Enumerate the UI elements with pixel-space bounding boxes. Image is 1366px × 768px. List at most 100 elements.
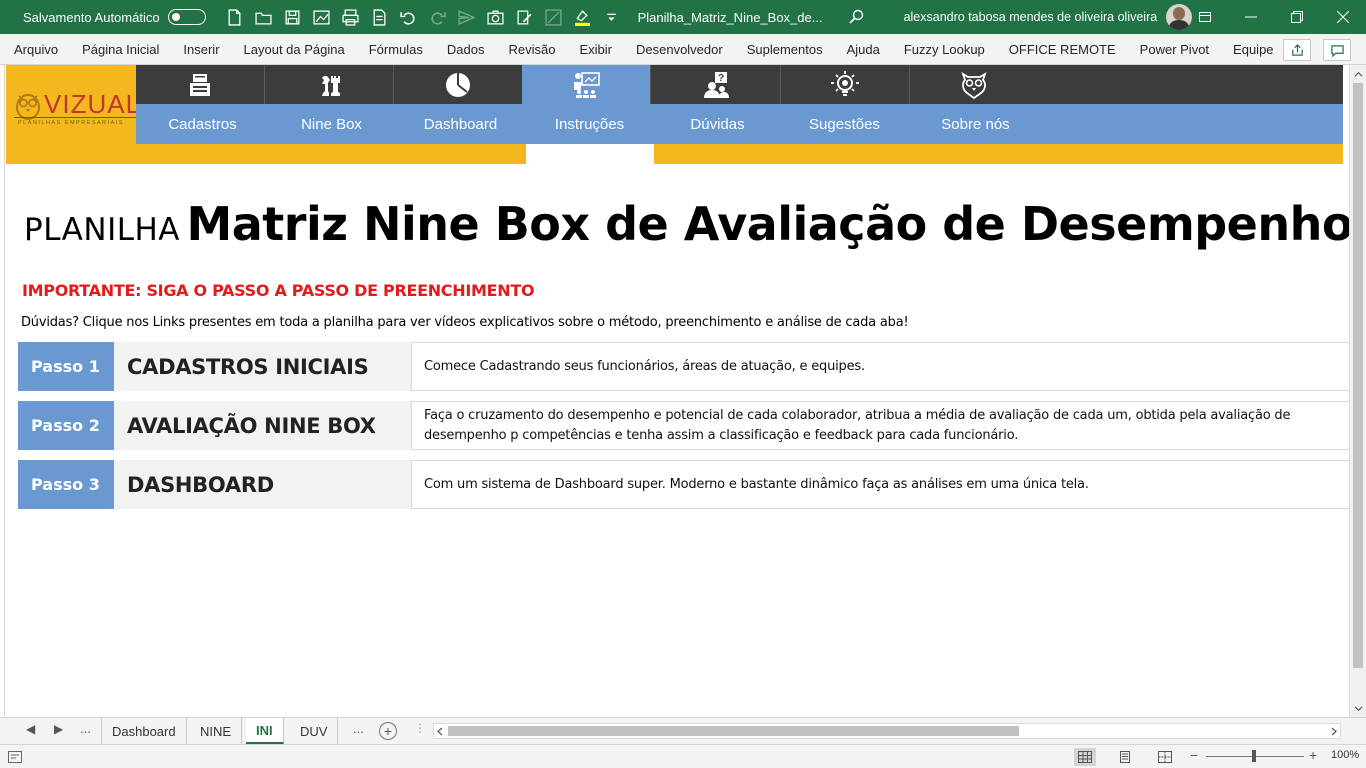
close-icon[interactable] (1320, 0, 1366, 34)
ribbon-tab-f-rmulas[interactable]: Fórmulas (364, 42, 428, 57)
ribbon-tab-power-pivot[interactable]: Power Pivot (1135, 42, 1214, 57)
restore-icon[interactable] (1274, 0, 1320, 34)
chart-image-icon[interactable] (307, 0, 336, 34)
lightbulb-icon (831, 70, 859, 96)
form-edit-icon[interactable] (510, 0, 539, 34)
scroll-up-icon[interactable] (1353, 69, 1363, 79)
pie-chart-icon (446, 72, 470, 97)
step-description: Faça o cruzamento do desempenho e potenc… (412, 401, 1349, 450)
nav-instrucoes-button[interactable] (522, 65, 651, 104)
page-title: PLANILHA Matriz Nine Box de Avaliação de… (24, 197, 1349, 251)
zoom-level[interactable]: 100% (1331, 749, 1359, 761)
print-preview-icon[interactable] (336, 0, 365, 34)
step-title: DASHBOARD (114, 460, 412, 509)
nav-icon-row: ? (136, 65, 1039, 104)
more-sheets-left[interactable]: ... (80, 721, 91, 736)
nav-filler (1038, 65, 1343, 104)
autosave-label: Salvamento Automático (23, 9, 160, 25)
ribbon-tab-arquivo[interactable]: Arquivo (9, 42, 63, 57)
step-number: Passo 2 (18, 401, 114, 450)
step-row: Passo 2 AVALIAÇÃO NINE BOX Faça o cruzam… (18, 401, 1349, 450)
undo-icon[interactable] (394, 0, 423, 34)
ribbon-tab-layout-da-p-gina[interactable]: Layout da Página (239, 42, 350, 57)
vizual-logo: VIZUAL PLANILHAS EMPRESARIAIS (14, 89, 141, 126)
nav-sobre-button[interactable] (910, 65, 1039, 104)
window-controls (1182, 0, 1366, 34)
page-title-prefix: PLANILHA (24, 212, 181, 248)
zoom-in-icon[interactable]: + (1309, 747, 1317, 763)
nav-dashboard-button[interactable] (394, 65, 523, 104)
add-sheet-icon[interactable]: + (379, 722, 397, 740)
share-icon[interactable] (1283, 39, 1311, 61)
horizontal-scrollbar[interactable] (433, 723, 1341, 739)
ribbon-tab-desenvolvedor[interactable]: Desenvolvedor (631, 42, 728, 57)
nav-label-dashboard[interactable]: Dashboard (396, 104, 525, 144)
comments-icon[interactable] (1323, 39, 1351, 61)
zoom-out-icon[interactable]: − (1190, 747, 1198, 763)
help-text: Dúvidas? Clique nos Links presentes em t… (21, 315, 909, 330)
ribbon-tab-dados[interactable]: Dados (442, 42, 490, 57)
vertical-scrollbar[interactable] (1349, 65, 1366, 717)
ribbon-tab-suplementos[interactable]: Suplementos (742, 42, 828, 57)
camera-icon[interactable] (481, 0, 510, 34)
cash-register-icon (190, 73, 210, 96)
shape-icon[interactable] (539, 0, 568, 34)
minimize-icon[interactable] (1228, 0, 1274, 34)
page-break-view-icon[interactable] (1154, 748, 1176, 766)
sheet-tab-nine[interactable]: NINE (190, 718, 243, 744)
step-number: Passo 3 (18, 460, 114, 509)
status-bar: − + 100% (0, 744, 1366, 768)
tab-splitter-icon[interactable]: ⋮ (414, 721, 426, 735)
customize-toolbar-icon[interactable] (597, 0, 626, 34)
svg-text:?: ? (718, 73, 724, 84)
step-title: AVALIAÇÃO NINE BOX (114, 401, 412, 450)
ribbon-tab-ajuda[interactable]: Ajuda (842, 42, 885, 57)
document-icon[interactable] (365, 0, 394, 34)
horizontal-scroll-thumb[interactable] (448, 726, 1019, 736)
macro-record-icon[interactable] (8, 751, 22, 763)
ribbon-display-icon[interactable] (1182, 0, 1228, 34)
scroll-left-icon[interactable] (436, 727, 444, 736)
nav-label-cadastros[interactable]: Cadastros (138, 104, 267, 144)
redo-icon[interactable] (423, 0, 452, 34)
ribbon-tab-revis-o[interactable]: Revisão (504, 42, 561, 57)
nav-ninebox-button[interactable] (265, 65, 394, 104)
scroll-down-icon[interactable] (1353, 703, 1363, 713)
nav-label-duvidas[interactable]: Dúvidas (653, 104, 782, 144)
zoom-slider-thumb[interactable] (1252, 750, 1256, 762)
nav-label-ninebox[interactable]: Nine Box (267, 104, 396, 144)
open-folder-icon[interactable] (249, 0, 278, 34)
vertical-scroll-thumb[interactable] (1353, 83, 1363, 668)
autosave-toggle[interactable] (167, 9, 206, 25)
ribbon-tab-exibir[interactable]: Exibir (574, 42, 617, 57)
nav-label-instrucoes[interactable]: Instruções (525, 104, 654, 144)
quick-access-toolbar (220, 0, 626, 34)
search-icon[interactable] (845, 5, 869, 29)
next-sheet-icon[interactable]: ▶ (54, 722, 63, 736)
send-icon[interactable] (452, 0, 481, 34)
save-icon[interactable] (278, 0, 307, 34)
ribbon-tab-p-gina-inicial[interactable]: Página Inicial (77, 42, 164, 57)
normal-view-icon[interactable] (1074, 748, 1096, 766)
more-sheets-right[interactable]: ... (353, 721, 364, 736)
new-file-icon[interactable] (220, 0, 249, 34)
user-name: alexsandro tabosa mendes de oliveira oli… (903, 10, 1158, 24)
sheet-tab-ini[interactable]: INI (246, 718, 284, 744)
nav-label-sugestoes[interactable]: Sugestões (780, 104, 909, 144)
nav-cadastros-button[interactable] (136, 65, 265, 104)
scroll-right-icon[interactable] (1330, 727, 1338, 736)
nav-bottom-strip (6, 144, 1343, 164)
ribbon-tab-inserir[interactable]: Inserir (178, 42, 224, 57)
prev-sheet-icon[interactable]: ◀ (26, 722, 35, 736)
sheet-tab-dashboard[interactable]: Dashboard (101, 718, 187, 744)
sheet-tab-duv[interactable]: DUV (290, 718, 339, 744)
page-layout-view-icon[interactable] (1114, 748, 1136, 766)
highlight-color-icon[interactable] (568, 0, 597, 34)
nav-duvidas-button[interactable]: ? (652, 65, 781, 104)
ribbon-tab-fuzzy-lookup[interactable]: Fuzzy Lookup (899, 42, 990, 57)
nav-sugestoes-button[interactable] (781, 65, 910, 104)
ribbon-tab-equipe[interactable]: Equipe (1228, 42, 1278, 57)
nav-label-sobre[interactable]: Sobre nós (911, 104, 1040, 144)
worksheet[interactable]: VIZUAL PLANILHAS EMPRESARIAIS ? Cadastro… (0, 65, 1349, 717)
ribbon-tab-office-remote[interactable]: OFFICE REMOTE (1004, 42, 1121, 57)
